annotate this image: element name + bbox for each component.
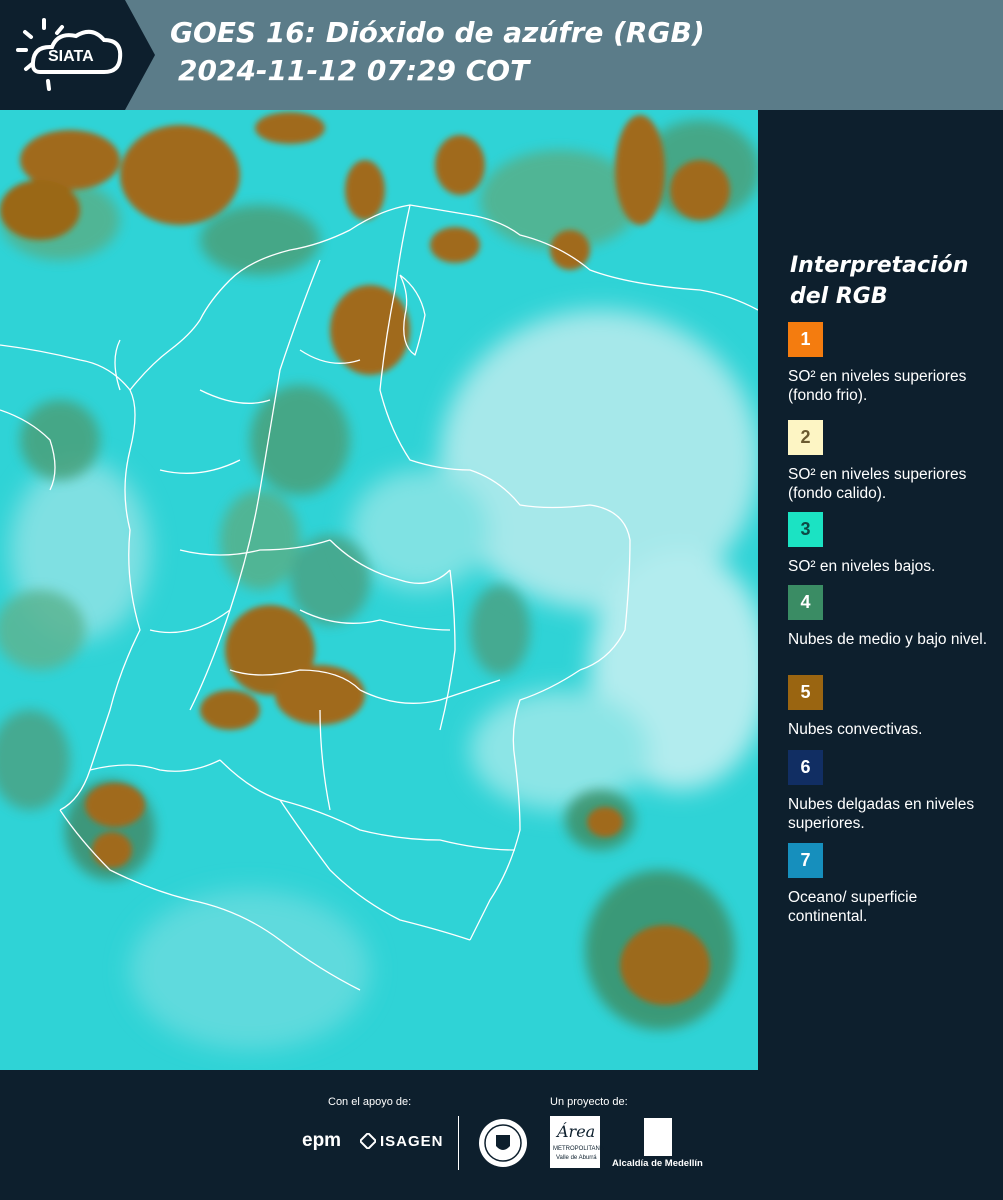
legend-swatch-2: 2 [788, 420, 823, 455]
legend-title: Interpretación del RGB [790, 253, 969, 309]
legend-label-3: SO² en niveles bajos. [788, 558, 936, 575]
footer: Con el apoyo de: Un proyecto de: epm ISA… [0, 1070, 1003, 1200]
epm-logo: epm [302, 1130, 342, 1151]
timestamp: 2024-11-12 07:29 COT [178, 54, 530, 87]
legend-swatch-5: 5 [788, 675, 823, 710]
legend-label-2: SO² en niveles superiores (fondo calido)… [788, 466, 967, 502]
legend-swatch-3: 3 [788, 512, 823, 547]
area-logo-name: Área [557, 1122, 596, 1141]
siata-logo-text: SIATA [48, 48, 94, 65]
legend-panel: Interpretación del RGB 1 SO² en niveles … [758, 110, 1003, 1070]
header-bar: SIATA GOES 16: Dióxido de azúfre (RGB) 2… [0, 0, 1003, 110]
legend-item-1: 1 SO² en niveles superiores (fondo frio)… [788, 322, 993, 405]
support-label: Con el apoyo de: [328, 1096, 412, 1108]
legend-swatch-6: 6 [788, 750, 823, 785]
project-label: Un proyecto de: [550, 1096, 628, 1108]
alcaldia-emblem-icon [644, 1118, 672, 1156]
area-logo-sub2: Valle de Aburrá [556, 1155, 597, 1161]
footer-divider [458, 1116, 459, 1170]
legend-swatch-1: 1 [788, 322, 823, 357]
legend-swatch-7: 7 [788, 843, 823, 878]
page-title: GOES 16: Dióxido de azúfre (RGB) [170, 16, 705, 49]
legend-label-1: SO² en niveles superiores (fondo frio). [788, 368, 967, 404]
legend-item-3: 3 SO² en niveles bajos. [788, 512, 993, 576]
legend-item-6: 6 Nubes delgadas en niveles superiores. [788, 750, 993, 833]
satellite-map [0, 110, 758, 1070]
legend-swatch-4: 4 [788, 585, 823, 620]
isagen-logo: ISAGEN [380, 1133, 444, 1150]
legend-label-4: Nubes de medio y bajo nivel. [788, 631, 988, 648]
legend-item-2: 2 SO² en niveles superiores (fondo calid… [788, 420, 993, 503]
alcaldia-logo-text: Alcaldía de Medellín [612, 1158, 703, 1169]
legend-item-4: 4 Nubes de medio y bajo nivel. [788, 585, 993, 649]
isagen-icon [360, 1133, 376, 1149]
legend-item-7: 7 Oceano/ superficie continental. [788, 843, 993, 926]
siata-logo: SIATA [0, 0, 155, 110]
legend-label-6: Nubes delgadas en niveles superiores. [788, 796, 975, 832]
area-logo-sub1: METROPOLITANA [553, 1146, 604, 1152]
medellin-seal-icon [479, 1119, 527, 1167]
legend-label-5: Nubes convectivas. [788, 721, 923, 738]
legend-item-5: 5 Nubes convectivas. [788, 675, 993, 739]
legend-label-7: Oceano/ superficie continental. [788, 889, 918, 925]
